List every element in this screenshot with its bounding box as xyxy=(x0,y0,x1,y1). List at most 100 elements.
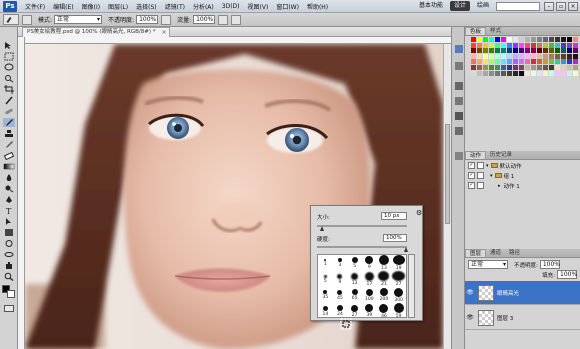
swatch[interactable] xyxy=(500,37,507,42)
brush-size-slider[interactable] xyxy=(317,225,407,227)
swatch[interactable] xyxy=(572,70,578,76)
brush-preset[interactable]: 24 xyxy=(333,303,348,319)
swatch[interactable] xyxy=(471,64,477,70)
eye-icon[interactable]: 👁 xyxy=(465,289,475,296)
swatch[interactable] xyxy=(506,64,513,70)
dialog-toggle[interactable] xyxy=(477,182,484,189)
swatch[interactable] xyxy=(488,64,495,70)
brush-grid-scrollbar[interactable] xyxy=(408,254,415,318)
swatch[interactable] xyxy=(548,64,555,70)
move-tool-icon[interactable] xyxy=(3,41,15,50)
swatch[interactable] xyxy=(566,42,573,48)
swatch[interactable] xyxy=(512,48,519,54)
swatch[interactable] xyxy=(536,70,543,76)
menu-image[interactable]: 图像(I) xyxy=(78,2,104,11)
swatch[interactable] xyxy=(548,37,555,42)
swatch[interactable] xyxy=(471,70,477,76)
workspace-painting-button[interactable]: 绘画 xyxy=(473,1,493,11)
swatch[interactable] xyxy=(476,42,483,48)
layer-fill-field[interactable]: 100% xyxy=(557,270,577,279)
swatch[interactable] xyxy=(482,53,489,59)
clone-stamp-tool-icon[interactable] xyxy=(3,129,15,138)
swatch[interactable] xyxy=(530,48,537,54)
swatch[interactable] xyxy=(548,70,555,76)
brush-preset[interactable]: 3 xyxy=(333,255,348,271)
swatch[interactable] xyxy=(542,70,549,76)
dialog-toggle[interactable] xyxy=(477,172,484,179)
brush-preset[interactable]: 13 xyxy=(377,255,392,271)
brush-preset[interactable]: 300 xyxy=(391,287,406,303)
swatch[interactable] xyxy=(524,37,531,42)
swatch[interactable] xyxy=(536,48,543,54)
brush-preset[interactable]: 1 xyxy=(318,255,333,271)
swatch[interactable] xyxy=(500,48,507,54)
swatch[interactable] xyxy=(488,70,495,76)
swatch[interactable] xyxy=(494,48,501,54)
swatch[interactable] xyxy=(471,42,477,48)
layer-opacity-field[interactable]: 100% xyxy=(539,260,560,269)
navigator-panel-icon[interactable] xyxy=(455,152,463,160)
swatch[interactable] xyxy=(512,59,519,65)
swatch[interactable] xyxy=(560,42,567,48)
tab-channels[interactable]: 通道 xyxy=(486,249,505,257)
clone-source-panel-icon[interactable] xyxy=(455,82,463,90)
tab-actions[interactable]: 动作 xyxy=(465,151,487,159)
expand-arrow-icon[interactable]: ▾ xyxy=(490,173,493,179)
blend-mode-select[interactable]: 正常 xyxy=(468,260,508,269)
swatch[interactable] xyxy=(518,37,525,42)
swatch[interactable] xyxy=(524,42,531,48)
close-document-icon[interactable]: × xyxy=(161,28,166,37)
swatch[interactable] xyxy=(494,53,501,59)
swatch[interactable] xyxy=(524,48,531,54)
swatch[interactable] xyxy=(518,70,525,76)
swatch[interactable] xyxy=(471,53,477,59)
menu-3d[interactable]: 3D(D) xyxy=(218,3,244,10)
swatch[interactable] xyxy=(471,37,477,42)
swatch[interactable] xyxy=(506,70,513,76)
toggle-checkbox[interactable]: ✓ xyxy=(468,162,475,169)
swatch[interactable] xyxy=(560,37,567,42)
tab-swatches[interactable]: 色板 xyxy=(465,27,487,35)
path-select-tool-icon[interactable] xyxy=(3,217,15,226)
swatch[interactable] xyxy=(554,64,561,70)
swatch[interactable] xyxy=(482,48,489,54)
swatch[interactable] xyxy=(530,59,537,65)
hand-tool-icon[interactable] xyxy=(3,261,15,270)
mode-select[interactable]: 正常 xyxy=(54,15,103,24)
swatch[interactable] xyxy=(500,59,507,65)
swatch[interactable] xyxy=(512,64,519,70)
swatch[interactable] xyxy=(572,53,578,59)
gear-icon[interactable]: ⚙ xyxy=(416,209,422,217)
menu-window[interactable]: 窗口(W) xyxy=(272,2,303,11)
swatch[interactable] xyxy=(518,59,525,65)
swatch[interactable] xyxy=(512,70,519,76)
swatch[interactable] xyxy=(482,59,489,65)
flow-field[interactable]: 100% xyxy=(193,15,216,24)
swatch[interactable] xyxy=(500,64,507,70)
swatch[interactable] xyxy=(572,48,578,54)
swatch[interactable] xyxy=(494,37,501,42)
lasso-tool-icon[interactable] xyxy=(3,63,15,72)
action-set-row[interactable]: ✓ ▾ 默认动作 xyxy=(468,161,578,170)
action-group-row[interactable]: ✓ ▾ 组 1 xyxy=(468,171,578,180)
swatch[interactable] xyxy=(506,42,513,48)
swatch[interactable] xyxy=(488,59,495,65)
swatch[interactable] xyxy=(560,48,567,54)
swatch[interactable] xyxy=(548,53,555,59)
crop-tool-icon[interactable] xyxy=(3,85,15,94)
swatch[interactable] xyxy=(500,70,507,76)
swatch[interactable] xyxy=(536,42,543,48)
brush-tool-preset-icon[interactable] xyxy=(3,14,19,25)
swatch[interactable] xyxy=(482,42,489,48)
brush-preset-picker[interactable] xyxy=(22,14,32,25)
swatch[interactable] xyxy=(542,42,549,48)
pressure-size-icon[interactable] xyxy=(231,14,242,25)
quick-mask-icon[interactable] xyxy=(4,305,14,312)
swatch[interactable] xyxy=(554,70,561,76)
swatch[interactable] xyxy=(524,59,531,65)
swatch[interactable] xyxy=(482,70,489,76)
eraser-tool-icon[interactable] xyxy=(3,151,15,161)
menu-edit[interactable]: 编辑(E) xyxy=(49,2,77,11)
swatch[interactable] xyxy=(494,42,501,48)
swatch[interactable] xyxy=(566,53,573,59)
